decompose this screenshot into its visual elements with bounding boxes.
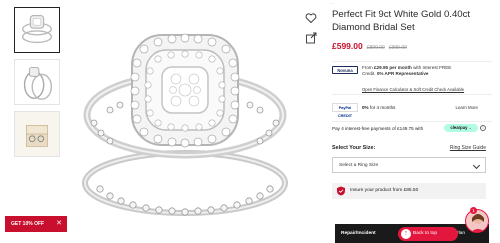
- clearpay-text: Pay 4 interest-free payments of £149.75 …: [332, 126, 424, 131]
- size-row: Select Your Size: Ring Size Guide: [332, 145, 492, 155]
- learn-more-link[interactable]: Learn More: [456, 105, 478, 110]
- ring-size-guide-link[interactable]: Ring Size Guide: [450, 145, 486, 151]
- finance-monthly: £29.95 per month: [374, 65, 412, 70]
- finance-apr: 0% APR Representative: [376, 71, 429, 76]
- original-price: £999.00: [388, 45, 407, 51]
- wishlist-heart-icon[interactable]: [305, 12, 317, 24]
- paypal-credit-logo: PayPal CREDIT: [332, 103, 358, 118]
- back-to-top-button[interactable]: ↑ Back to top: [398, 227, 458, 241]
- thumbnail-gallery: [14, 7, 60, 163]
- chevron-down-icon: [472, 161, 481, 170]
- breadcrumb: ...: [330, 0, 334, 5]
- product-actions: [305, 12, 319, 52]
- size-label: Select Your Size:: [332, 145, 376, 151]
- repair-label: Repair/Incident: [341, 231, 376, 236]
- shield-icon: [337, 186, 345, 196]
- clearpay-row: Pay 4 interest-free payments of £149.75 …: [332, 121, 492, 133]
- share-icon[interactable]: [305, 32, 317, 44]
- thumbnail-2[interactable]: [14, 59, 60, 105]
- close-icon[interactable]: ✕: [56, 216, 62, 232]
- finance-calculator-link[interactable]: Open Finance Calculator & Soft Credit Ch…: [362, 87, 464, 92]
- thumbnail-3[interactable]: [14, 111, 60, 157]
- insurance-box[interactable]: Insure your product from £85.50: [332, 183, 486, 199]
- main-product-image[interactable]: [70, 5, 300, 225]
- finance-text-1: From: [362, 65, 374, 70]
- arrow-up-icon: ↑: [401, 229, 411, 239]
- paypal-term: for 4 months: [368, 105, 396, 110]
- finance-box: Novuna From £29.95 per month with Intere…: [332, 61, 492, 95]
- thumbnail-1[interactable]: [14, 7, 60, 53]
- product-info-panel: Perfect Fit 9ct White Gold 0.40ct Diamon…: [332, 8, 492, 199]
- ring-size-placeholder: Select a Ring Size: [339, 163, 379, 168]
- finance-text: From £29.95 per month with Interest FREE…: [362, 65, 494, 77]
- paypal-rate: 0%: [362, 105, 369, 110]
- back-to-top-label: Back to top: [413, 231, 437, 236]
- finance-text-2: with Interest FREE: [411, 65, 452, 70]
- offer-label: GET 10% OFF: [11, 221, 45, 227]
- finance-text-3: Credit.: [362, 71, 377, 76]
- info-icon[interactable]: i: [480, 125, 486, 131]
- current-price: £599.00: [332, 41, 363, 51]
- paypal-credit-row: PayPal CREDIT 0% for 4 months Learn More: [332, 101, 492, 118]
- product-title: Perfect Fit 9ct White Gold 0.40ct Diamon…: [332, 9, 471, 33]
- ring-size-select[interactable]: Select a Ring Size: [332, 157, 486, 173]
- novuna-logo: Novuna: [332, 66, 358, 74]
- was-price: £899.00: [366, 45, 385, 51]
- chat-notification-badge: 1: [470, 207, 477, 214]
- insurance-text: Insure your product from £85.50: [350, 188, 419, 193]
- paypal-text: 0% for 4 months: [362, 105, 395, 110]
- chat-avatar[interactable]: [465, 209, 489, 233]
- clearpay-logo: clearpay→: [444, 124, 478, 132]
- price-row: £599.00 £899.00 £999.00: [332, 41, 492, 51]
- get-offer-button[interactable]: GET 10% OFF ✕: [5, 216, 67, 232]
